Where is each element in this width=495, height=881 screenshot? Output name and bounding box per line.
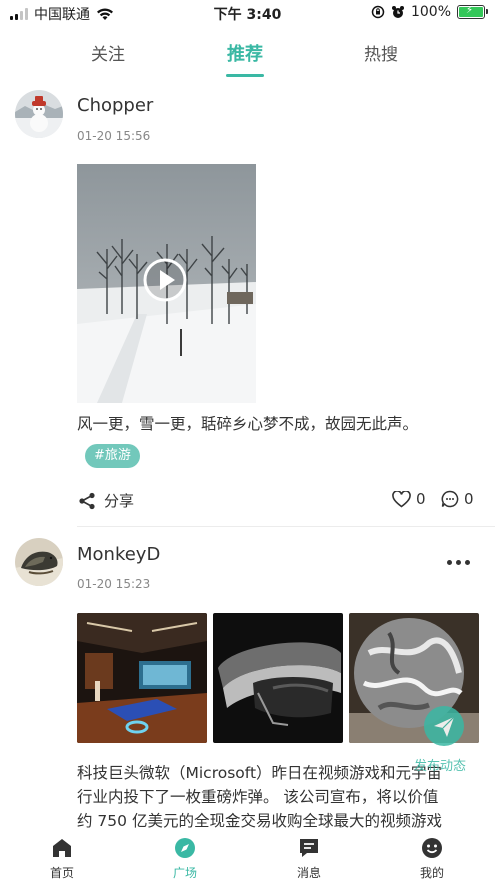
like-button[interactable]: 0: [392, 490, 426, 508]
smiley-icon: [422, 838, 442, 858]
paper-plane-icon: [434, 716, 455, 737]
nav-label: 消息: [296, 866, 321, 880]
home-icon: [53, 839, 71, 857]
status-bar: 中国联通 下午 3:40 100% ⚡: [0, 0, 495, 26]
nav-messages[interactable]: 消息: [279, 836, 339, 881]
video-thumbnail[interactable]: [77, 164, 256, 403]
play-icon[interactable]: [142, 257, 188, 303]
avatar[interactable]: [15, 90, 63, 138]
tab-following[interactable]: 关注: [91, 40, 125, 65]
battery-icon: ⚡: [457, 5, 488, 19]
publish-label[interactable]: 发布动态: [414, 755, 466, 774]
post-image[interactable]: [213, 613, 343, 743]
post-timestamp: 01-20 15:23: [77, 577, 151, 591]
share-button[interactable]: 分享: [78, 490, 134, 511]
tab-recommended[interactable]: 推荐: [227, 40, 263, 66]
comment-count: 0: [464, 490, 474, 508]
share-icon: [79, 492, 95, 509]
alarm-clock-icon: [391, 6, 404, 18]
tab-trending[interactable]: 热搜: [364, 40, 398, 65]
post-username[interactable]: Chopper: [77, 95, 153, 116]
message-icon: [300, 839, 318, 857]
post-username[interactable]: MonkeyD: [77, 544, 160, 565]
feed-tabs: 关注 推荐 热搜: [0, 28, 495, 78]
post-image[interactable]: [77, 613, 207, 743]
nav-label: 我的: [419, 866, 444, 880]
post-actions: 分享 0 0: [0, 486, 495, 516]
publish-button[interactable]: [424, 706, 464, 746]
status-right: 100% ⚡: [371, 4, 488, 20]
avatar[interactable]: [15, 538, 63, 586]
battery-percent: 100%: [410, 4, 451, 20]
image-grid: [77, 613, 479, 743]
nav-label: 广场: [172, 866, 197, 880]
comment-button[interactable]: 0: [441, 490, 474, 508]
comment-icon: [441, 490, 459, 508]
nav-square[interactable]: 广场: [155, 836, 215, 881]
rotation-lock-icon: [371, 5, 385, 19]
post-text-line: 行业内投下了一枚重磅炸弹。 该公司宣布，将以价值: [77, 788, 439, 806]
post-timestamp: 01-20 15:56: [77, 129, 151, 143]
active-tab-indicator: [226, 74, 264, 77]
share-label: 分享: [104, 492, 135, 510]
post-divider: [77, 526, 495, 527]
topic-tag[interactable]: #旅游: [85, 444, 140, 468]
heart-icon: [392, 490, 411, 507]
nav-label: 首页: [49, 866, 74, 880]
compass-icon: [175, 838, 195, 858]
more-options-icon[interactable]: [443, 557, 473, 567]
bottom-nav: 首页 广场 消息 我的: [0, 830, 495, 881]
like-count: 0: [416, 490, 426, 508]
post-text: 风一更，雪一更，聒碎乡心梦不成，故园无此声。: [77, 415, 419, 433]
nav-home[interactable]: 首页: [32, 836, 92, 881]
nav-profile[interactable]: 我的: [402, 836, 462, 881]
